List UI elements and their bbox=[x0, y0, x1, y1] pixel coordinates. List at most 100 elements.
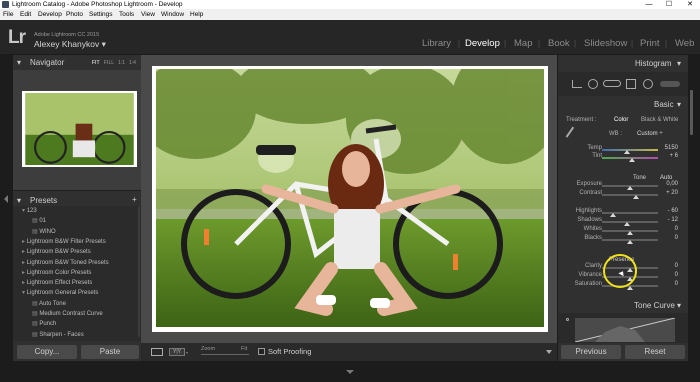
add-preset-icon[interactable]: + bbox=[132, 194, 137, 205]
temp-slider-handle[interactable] bbox=[624, 150, 631, 154]
module-print[interactable]: Print bbox=[640, 38, 660, 49]
zoom-slider[interactable] bbox=[201, 354, 249, 355]
menu-photo[interactable]: Photo bbox=[66, 9, 83, 20]
preset-item[interactable]: ▤ Punch bbox=[32, 320, 56, 327]
main-photo[interactable] bbox=[156, 69, 544, 327]
whites-slider-handle[interactable] bbox=[627, 231, 633, 235]
crop-icon[interactable] bbox=[572, 80, 582, 88]
exposure-value[interactable]: 0,00 bbox=[658, 181, 678, 187]
saturation-slider-handle[interactable] bbox=[627, 286, 633, 290]
presets-collapse-icon[interactable]: ▾ bbox=[17, 195, 21, 206]
menu-develop[interactable]: Develop bbox=[38, 9, 62, 20]
preset-item[interactable]: ▤ Medium Contrast Curve bbox=[32, 310, 103, 317]
module-slideshow[interactable]: Slideshow bbox=[584, 38, 627, 49]
collapse-filmstrip-icon[interactable] bbox=[346, 370, 354, 374]
histogram-collapse-icon[interactable]: ▾ bbox=[677, 58, 681, 69]
navigator-preview[interactable] bbox=[22, 91, 137, 167]
soft-proofing-checkbox[interactable] bbox=[258, 348, 265, 355]
shadows-slider-handle[interactable] bbox=[623, 222, 630, 226]
preset-item[interactable]: ▸ Lightroom Effect Presets bbox=[22, 279, 92, 286]
module-separator: | bbox=[504, 39, 507, 48]
user-name[interactable]: Alexey Khanykov ▾ bbox=[34, 39, 106, 50]
right-panel-scrollbar[interactable] bbox=[690, 90, 693, 135]
highlights-value[interactable]: - 60 bbox=[658, 208, 678, 214]
zoom-fill[interactable]: FILL bbox=[104, 60, 114, 66]
graduated-filter-icon[interactable] bbox=[626, 79, 636, 89]
module-book[interactable]: Book bbox=[548, 38, 570, 49]
zoom-1-4[interactable]: 1:4 bbox=[129, 60, 136, 66]
module-map[interactable]: Map bbox=[514, 38, 532, 49]
preset-item[interactable]: ▾ Lightroom General Presets bbox=[22, 289, 98, 296]
basic-collapse-icon[interactable]: ▾ bbox=[677, 99, 681, 110]
radial-filter-icon[interactable] bbox=[643, 79, 653, 89]
copy-button[interactable]: Copy... bbox=[17, 345, 77, 359]
preset-item[interactable]: ▸ Lightroom B&W Toned Presets bbox=[22, 259, 109, 266]
previous-button[interactable]: Previous bbox=[561, 345, 621, 359]
clarity-value[interactable]: 0 bbox=[658, 263, 678, 269]
preset-item[interactable]: ▸ Lightroom Color Presets bbox=[22, 269, 91, 276]
contrast-slider[interactable] bbox=[602, 194, 658, 196]
navigator-title[interactable]: Navigator bbox=[30, 57, 64, 68]
toolbar-menu-icon[interactable] bbox=[546, 350, 552, 354]
tone-curve-graph[interactable] bbox=[574, 317, 676, 343]
module-develop[interactable]: Develop bbox=[465, 38, 500, 49]
menu-view[interactable]: View bbox=[141, 9, 155, 20]
menu-edit[interactable]: Edit bbox=[20, 9, 31, 20]
tone-curve-title[interactable]: Tone Curve bbox=[634, 300, 675, 311]
saturation-value[interactable]: 0 bbox=[658, 281, 678, 287]
treatment-bw[interactable]: Black & White bbox=[641, 117, 678, 123]
loupe-view-icon[interactable] bbox=[151, 348, 163, 356]
tint-value[interactable]: + 6 bbox=[658, 153, 678, 159]
basic-title[interactable]: Basic bbox=[654, 99, 674, 110]
tint-slider-handle[interactable] bbox=[628, 158, 635, 162]
before-after-icon[interactable]: Y|Y bbox=[169, 348, 185, 356]
presets-title[interactable]: Presets bbox=[30, 195, 57, 206]
shadows-slider[interactable] bbox=[602, 221, 658, 223]
exposure-slider-handle[interactable] bbox=[627, 186, 633, 190]
menu-tools[interactable]: Tools bbox=[119, 9, 134, 20]
contrast-slider-handle[interactable] bbox=[632, 195, 639, 199]
zoom-1-1[interactable]: 1:1 bbox=[118, 60, 125, 66]
treatment-color[interactable]: Color bbox=[614, 117, 628, 123]
highlights-slider-handle[interactable] bbox=[610, 213, 617, 217]
tone-auto-button[interactable]: Auto bbox=[660, 175, 672, 181]
exposure-label: Exposure bbox=[576, 181, 602, 187]
vibrance-value[interactable]: 0 bbox=[658, 272, 678, 278]
blacks-slider-handle[interactable] bbox=[627, 240, 633, 244]
spot-removal-icon[interactable] bbox=[588, 79, 598, 89]
red-eye-icon[interactable] bbox=[603, 80, 621, 87]
whites-value[interactable]: 0 bbox=[658, 226, 678, 232]
preset-item[interactable]: ▤ Auto Tone bbox=[32, 300, 66, 307]
preset-item[interactable]: ▤ WINO bbox=[32, 228, 56, 235]
navigator-collapse-icon[interactable]: ▾ bbox=[17, 57, 21, 68]
close-icon[interactable]: ✕ bbox=[683, 0, 697, 9]
contrast-value[interactable]: + 20 bbox=[658, 190, 678, 196]
collapse-left-icon[interactable] bbox=[4, 195, 8, 203]
histogram-title[interactable]: Histogram bbox=[635, 58, 671, 69]
before-after-dropdown-icon[interactable]: ▾ bbox=[186, 350, 188, 355]
menu-file[interactable]: File bbox=[3, 9, 13, 20]
module-web[interactable]: Web bbox=[675, 38, 694, 49]
preset-item[interactable]: ▾ 123 bbox=[22, 207, 37, 214]
preset-item[interactable]: ▤ 01 bbox=[32, 217, 46, 224]
reset-button[interactable]: Reset bbox=[625, 345, 685, 359]
module-library[interactable]: Library bbox=[422, 38, 451, 49]
adjustment-brush-icon[interactable] bbox=[660, 81, 680, 87]
menu-help[interactable]: Help bbox=[190, 9, 203, 20]
wb-select[interactable]: Custom ÷ bbox=[637, 131, 663, 137]
preset-item[interactable]: ▤ Sharpen - Faces bbox=[32, 331, 84, 338]
shadows-value[interactable]: - 12 bbox=[658, 217, 678, 223]
presets-scrollbar[interactable] bbox=[138, 207, 140, 337]
maximize-icon[interactable]: ☐ bbox=[662, 0, 676, 9]
blacks-value[interactable]: 0 bbox=[658, 235, 678, 241]
minimize-icon[interactable]: — bbox=[642, 0, 656, 9]
temp-value[interactable]: 5150 bbox=[658, 145, 678, 151]
preset-item[interactable]: ▸ Lightroom B&W Presets bbox=[22, 248, 91, 255]
curve-target-icon[interactable] bbox=[566, 318, 569, 321]
preset-item[interactable]: ▸ Lightroom B&W Filter Presets bbox=[22, 238, 106, 245]
tone-curve-collapse-icon[interactable]: ▾ bbox=[677, 300, 681, 311]
zoom-fit[interactable]: FIT bbox=[92, 60, 100, 66]
menu-settings[interactable]: Settings bbox=[89, 9, 113, 20]
paste-button[interactable]: Paste bbox=[81, 345, 139, 359]
menu-window[interactable]: Window bbox=[161, 9, 184, 20]
